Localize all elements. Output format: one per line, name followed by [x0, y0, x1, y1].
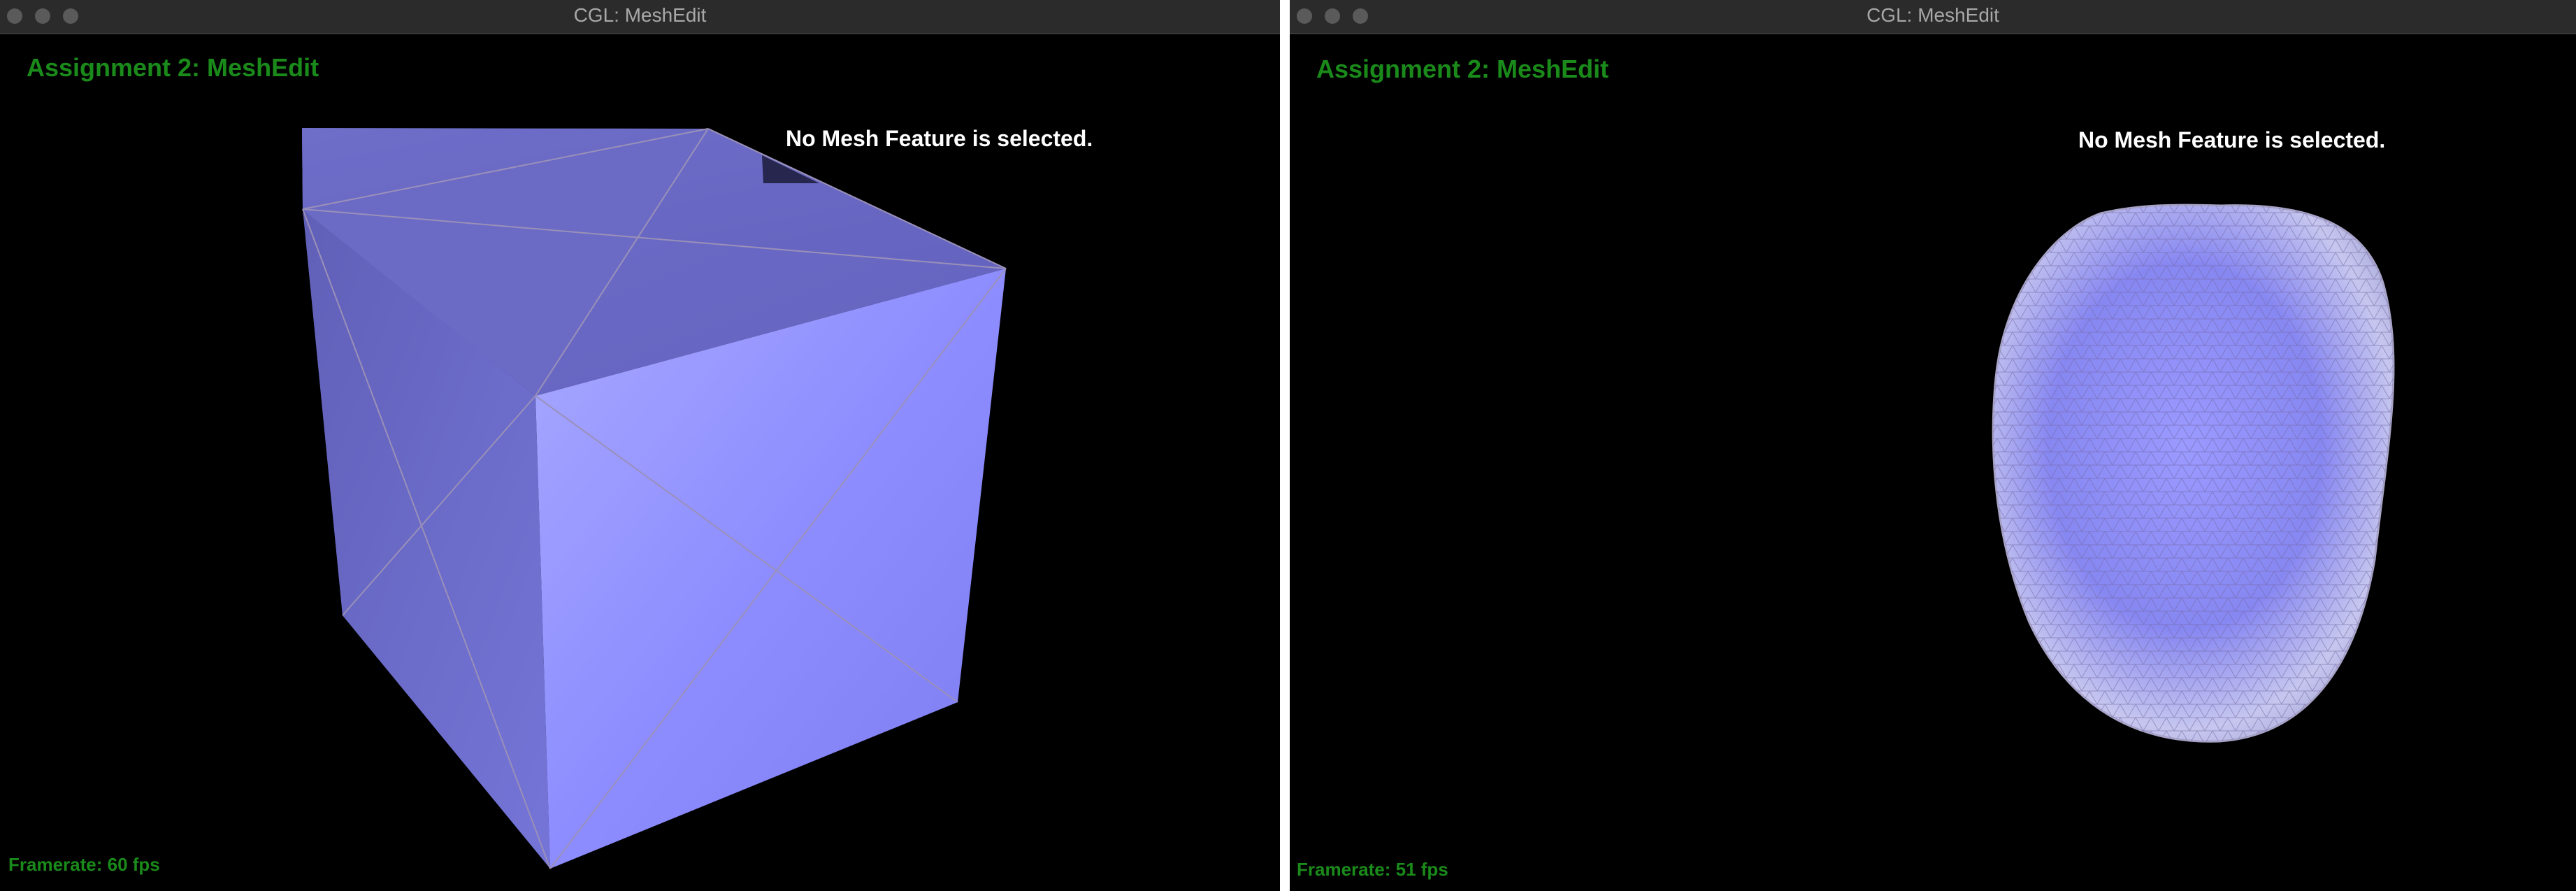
cube-mesh[interactable]: [302, 128, 1007, 869]
window-title: CGL: MeshEdit: [1866, 4, 1999, 26]
title-bar[interactable]: CGL: MeshEdit: [1290, 0, 2576, 34]
mesh-wireframe: [1993, 205, 2394, 742]
subdivided-mesh[interactable]: [1989, 199, 2395, 748]
selection-status: No Mesh Feature is selected.: [786, 126, 1093, 151]
selection-status: No Mesh Feature is selected.: [2078, 127, 2386, 152]
title-bar[interactable]: CGL: MeshEdit: [0, 0, 1280, 34]
app-title: Assignment 2: MeshEdit: [1316, 55, 1609, 83]
meshedit-window-left[interactable]: CGL: MeshEdit Assignment 2: MeshEdit No …: [0, 0, 1280, 891]
app-title: Assignment 2: MeshEdit: [27, 53, 319, 82]
window-title: CGL: MeshEdit: [573, 4, 707, 26]
framerate-readout: Framerate: 60 fps: [8, 854, 160, 875]
mesh-viewport[interactable]: [1290, 34, 2576, 891]
meshedit-window-right[interactable]: CGL: MeshEdit Assignment 2: MeshEdit No …: [1290, 0, 2576, 891]
framerate-readout: Framerate: 51 fps: [1297, 859, 1448, 880]
mesh-viewport[interactable]: [0, 34, 1280, 891]
